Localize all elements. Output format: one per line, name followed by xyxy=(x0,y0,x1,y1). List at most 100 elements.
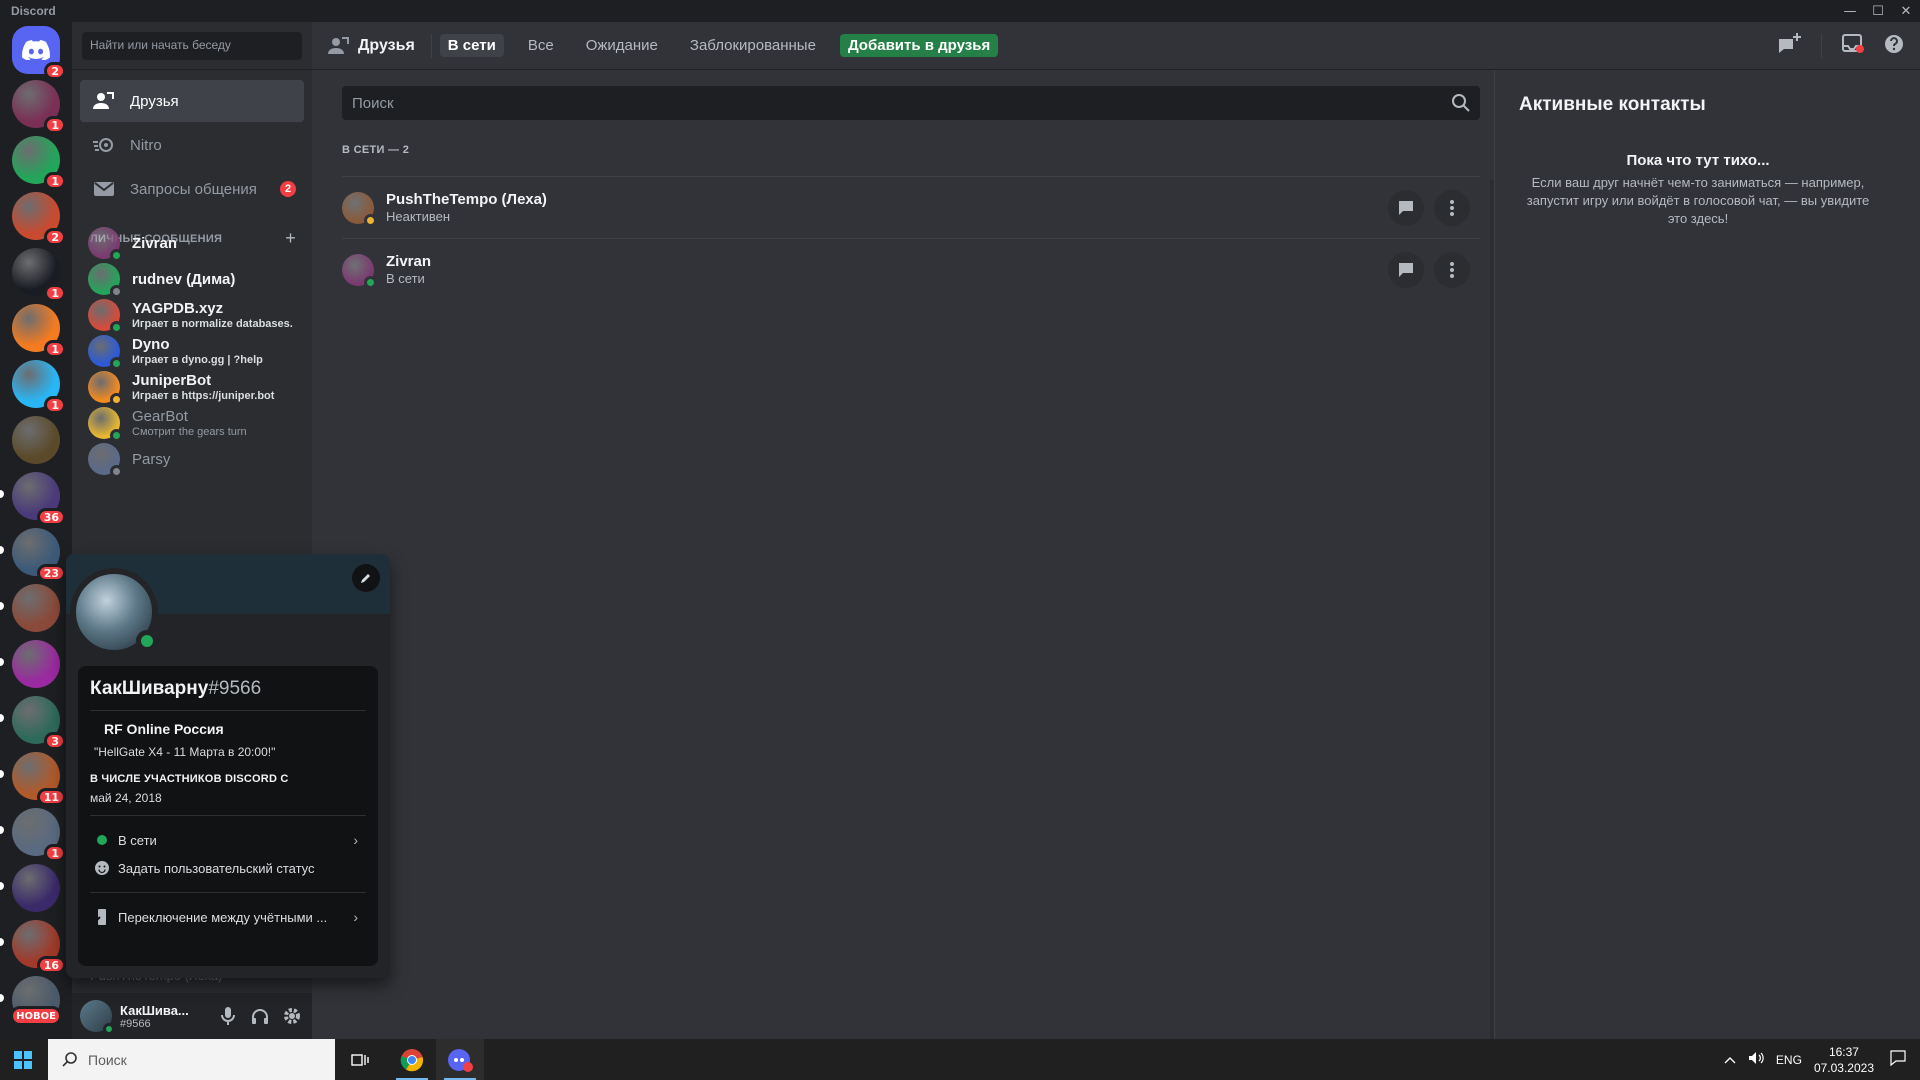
message-button[interactable] xyxy=(1388,189,1424,226)
pencil-icon xyxy=(361,574,370,583)
header-title: Друзья xyxy=(358,36,415,54)
discord-taskbar-button[interactable] xyxy=(436,1039,484,1080)
more-vertical-icon xyxy=(1450,261,1454,278)
deafen-button[interactable] xyxy=(246,1002,274,1030)
switch-accounts-button[interactable]: Переключение между учётными ... › xyxy=(90,903,366,931)
find-conversation-input[interactable]: Найти или начать беседу xyxy=(82,32,302,60)
server-icon[interactable]: 23 xyxy=(0,528,66,582)
server-icon[interactable]: 16 xyxy=(0,920,66,974)
server-icon[interactable]: 1 xyxy=(12,304,66,358)
member-since-label: В ЧИСЛЕ УЧАСТНИКОВ DISCORD С xyxy=(90,773,289,785)
message-button[interactable] xyxy=(1388,251,1424,288)
server-icon[interactable] xyxy=(0,584,60,632)
avatar xyxy=(88,299,123,334)
mute-button[interactable] xyxy=(214,1002,242,1030)
settings-button[interactable] xyxy=(278,1002,306,1030)
friend-row[interactable]: PushTheTempo (Леха) Неактивен xyxy=(342,176,1480,238)
dm-item[interactable]: Parsy xyxy=(80,438,304,480)
task-view-icon xyxy=(351,1053,369,1066)
avatar xyxy=(342,191,377,227)
notifications-icon[interactable] xyxy=(1890,1050,1906,1069)
unread-badge: 2 xyxy=(44,62,66,80)
nav-message-requests[interactable]: Запросы общения 2 xyxy=(80,168,304,210)
tab-all[interactable]: Все xyxy=(520,34,562,57)
active-now-panel: Активные контакты Пока что тут тихо... Е… xyxy=(1494,70,1920,1039)
friend-actions xyxy=(1388,251,1470,288)
custom-status-button[interactable]: Задать пользовательский статус xyxy=(90,854,366,882)
user-panel: КакШива... #9566 xyxy=(72,993,312,1039)
server-icon[interactable]: 36 xyxy=(0,472,66,526)
more-button[interactable] xyxy=(1434,189,1470,226)
server-icon[interactable] xyxy=(0,864,60,912)
volume-icon[interactable] xyxy=(1748,1051,1764,1068)
friends-icon xyxy=(328,36,350,55)
status-icon xyxy=(110,465,123,478)
nav-label: Nitro xyxy=(130,136,162,154)
dm-name: YAGPDB.xyz xyxy=(132,299,224,317)
avatar[interactable] xyxy=(80,1000,115,1035)
tab-blocked[interactable]: Заблокированные xyxy=(682,34,824,57)
taskbar-search-input[interactable]: Поиск xyxy=(48,1039,335,1080)
edit-profile-button[interactable] xyxy=(352,564,380,592)
language-indicator[interactable]: ENG xyxy=(1776,1053,1802,1067)
maximize-button[interactable]: ☐ xyxy=(1864,0,1892,22)
friend-row[interactable]: Zivran В сети xyxy=(342,238,1480,300)
online-status-icon xyxy=(103,1023,115,1035)
new-group-dm-icon[interactable] xyxy=(1777,33,1801,58)
minimize-button[interactable]: — xyxy=(1836,0,1864,22)
dm-text: YAGPDB.xyz Играет в normalize databases. xyxy=(132,300,293,331)
friend-name: PushTheTempo (Леха) xyxy=(386,190,547,208)
status-selector[interactable]: В сети › xyxy=(90,826,366,854)
inbox-icon[interactable] xyxy=(1842,34,1864,57)
friends-search-input[interactable]: Поиск xyxy=(342,86,1480,120)
server-icon[interactable]: 1 xyxy=(12,360,66,414)
envelope-icon xyxy=(92,177,116,201)
start-button[interactable] xyxy=(0,1039,46,1080)
chevron-right-icon: › xyxy=(353,832,358,848)
active-now-empty-desc: Если ваш друг начнёт чем-то заниматься —… xyxy=(1526,175,1870,226)
status-icon xyxy=(364,213,377,227)
message-icon xyxy=(1399,262,1413,277)
server-icon[interactable] xyxy=(0,640,60,688)
divider xyxy=(90,815,366,816)
profile-card: КакШиварну#9566 RF Online Россия "HellGa… xyxy=(78,666,378,966)
friends-header: Друзья В сети Все Ожидание Заблокированн… xyxy=(312,22,1920,70)
friend-status: В сети xyxy=(386,270,425,286)
gear-icon xyxy=(284,1008,300,1024)
friend-actions xyxy=(1388,189,1470,226)
nav-friends[interactable]: Друзья xyxy=(80,80,304,122)
search-placeholder: Поиск xyxy=(352,94,394,112)
active-now-empty-title: Пока что тут тихо... xyxy=(1626,152,1770,169)
server-icon[interactable]: 1 xyxy=(12,136,66,190)
dm-text: Dyno Играет в dyno.gg | ?help xyxy=(132,336,263,367)
user-controls xyxy=(214,1002,306,1030)
server-icon[interactable] xyxy=(12,416,60,464)
clock[interactable]: 16:37 07.03.2023 xyxy=(1814,1044,1874,1076)
dm-activity: Играет в normalize databases. xyxy=(132,317,293,330)
server-icon[interactable]: 3 xyxy=(0,696,66,750)
new-servers-badge[interactable]: НОВОЕ xyxy=(10,1006,62,1026)
server-icon[interactable]: 2 xyxy=(12,192,66,246)
add-friend-button[interactable]: Добавить в друзья xyxy=(839,34,999,57)
search-icon xyxy=(62,1051,78,1070)
server-icon[interactable]: 11 xyxy=(0,752,66,806)
help-icon[interactable] xyxy=(1884,34,1904,57)
chevron-up-icon[interactable] xyxy=(1724,1053,1736,1067)
nav-nitro[interactable]: Nitro xyxy=(80,124,304,166)
server-icon[interactable]: 1 xyxy=(0,808,66,862)
friend-text: PushTheTempo (Леха) Неактивен xyxy=(386,191,547,225)
task-view-button[interactable] xyxy=(336,1039,384,1080)
profile-name: КакШиварну#9566 xyxy=(90,678,366,700)
chrome-taskbar-button[interactable] xyxy=(388,1039,436,1080)
user-tag: #9566 xyxy=(120,1017,151,1030)
unread-indicator xyxy=(0,882,4,890)
dm-activity: Играет в https://juniper.bot xyxy=(132,389,275,402)
tab-online[interactable]: В сети xyxy=(439,34,504,57)
home-button[interactable]: 2 xyxy=(12,26,66,80)
server-icon[interactable]: 1 xyxy=(12,248,66,302)
more-button[interactable] xyxy=(1434,251,1470,288)
server-icon[interactable]: 1 xyxy=(12,80,66,134)
close-button[interactable]: ✕ xyxy=(1892,0,1920,22)
tab-pending[interactable]: Ожидание xyxy=(578,34,666,57)
smiley-icon xyxy=(94,860,110,876)
